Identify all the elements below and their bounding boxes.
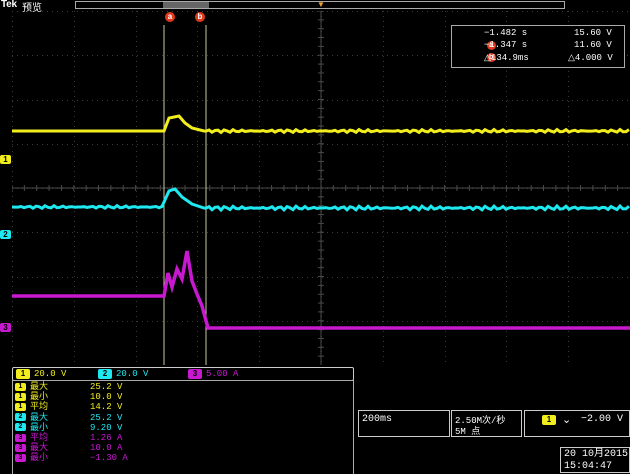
cursor-delta-time: △134.9ms <box>484 53 529 63</box>
trigger-position-icon: ▼ <box>317 0 325 9</box>
acquisition-box[interactable]: 2.50M次/秒 5M 点 <box>451 410 522 437</box>
brand-logo: Tek <box>1 0 17 10</box>
measurement-row: 2 最小 9.20 V <box>13 421 213 433</box>
trigger-box[interactable]: 1 ⌄ −2.00 V <box>524 410 630 437</box>
measurement-panel: 1 最大 25.2 V 1 最小 10.0 V 1 平均 14.2 V 2 最大 25.2 V 2 最小 9… <box>12 380 354 474</box>
measurement-channel: 3 <box>15 454 26 463</box>
measurement-value: 1.26 A <box>90 433 123 443</box>
measurement-row: 2 最大 25.2 V <box>13 411 213 423</box>
measurement-label: 最大 <box>30 442 49 453</box>
vertical-scale-bar: 1 20.0 V 2 20.0 V 3 5.00 A <box>12 367 354 381</box>
measurement-value: 10.0 A <box>90 443 123 454</box>
trigger-source: 1 <box>542 415 556 425</box>
ch3-ground-marker[interactable]: 3 <box>0 323 11 332</box>
cursor-b-marker[interactable]: b <box>195 12 205 22</box>
measurement-value: 25.2 V <box>90 382 123 392</box>
measurement-row: 3 最大 10.0 A <box>13 443 213 453</box>
measurement-label: 平均 <box>30 401 49 412</box>
measurement-channel: 1 <box>15 403 26 412</box>
measurement-value: 14.2 V <box>90 402 123 413</box>
measurement-label: 最小 <box>30 421 49 432</box>
measurement-channel: 3 <box>15 433 26 442</box>
measurement-value: 25.2 V <box>90 412 123 423</box>
cursor-a-time: −1.482 s <box>484 28 528 38</box>
measurement-channel: 1 <box>15 392 26 401</box>
cursor-delta-value: △4.000 V <box>568 53 613 63</box>
measurement-value: 10.0 V <box>90 392 123 403</box>
datetime: 20 10月2015 15:04:47 <box>564 450 628 472</box>
measurement-value: −1.30 A <box>90 453 128 464</box>
measurement-channel: 1 <box>15 382 26 391</box>
ch3-scale[interactable]: 3 5.00 A <box>188 368 238 380</box>
ch1-scale[interactable]: 1 20.0 V <box>16 368 66 380</box>
top-status-bar: Tek 预览 ▼ <box>0 0 630 14</box>
measurement-channel: 3 <box>15 443 26 452</box>
measurement-channel: 2 <box>15 423 26 432</box>
measurement-channel: 2 <box>15 413 26 422</box>
cursor-a-value: 15.60 V <box>574 28 612 38</box>
measurement-row: 1 最大 25.2 V <box>13 381 213 392</box>
measurement-label: 最大 <box>30 381 49 391</box>
measurement-row: 1 平均 14.2 V <box>13 402 213 412</box>
trigger-level: −2.00 V <box>581 414 624 425</box>
measurement-row: 3 最小 −1.30 A <box>13 453 213 463</box>
measurement-label: 最大 <box>30 411 49 422</box>
cursor-b-time: −1.347 s <box>484 40 528 50</box>
ch2-ground-marker[interactable]: 2 <box>0 230 11 239</box>
date: 20 10月2015 <box>564 449 629 460</box>
ch1-ground-marker[interactable]: 1 <box>0 155 11 164</box>
cursor-readout: a −1.482 s 15.60 V b −1.347 s 11.60 V △1… <box>451 25 625 68</box>
time: 15:04:47 <box>564 461 613 472</box>
cursor-a-marker[interactable]: a <box>165 12 175 22</box>
measurement-label: 最小 <box>30 452 49 463</box>
record-length: 5M 点 <box>455 427 481 437</box>
timebase-box[interactable]: 200ms <box>358 410 450 437</box>
measurement-value: 9.20 V <box>90 422 123 433</box>
ch2-scale[interactable]: 2 20.0 V <box>98 368 148 380</box>
horizontal-scale: 200ms <box>362 414 393 425</box>
cursor-b-value: 11.60 V <box>574 40 612 50</box>
falling-edge-icon: ⌄ <box>562 415 572 427</box>
